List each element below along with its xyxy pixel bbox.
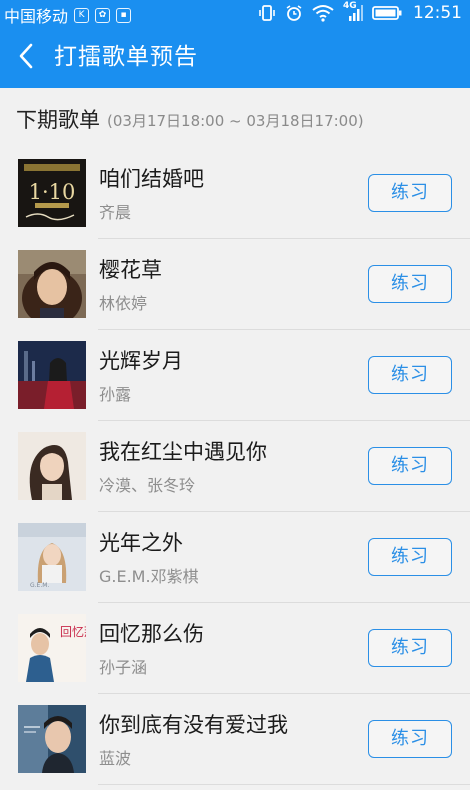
song-artist: 蓝波: [99, 749, 132, 768]
song-title: 咱们结婚吧: [99, 167, 204, 191]
song-title: 你到底有没有爱过我: [99, 713, 288, 737]
svg-text:回忆那么伤: 回忆那么伤: [60, 625, 86, 639]
list-item[interactable]: 我在红尘中遇见你 冷漠、张冬玲 练习: [0, 421, 470, 512]
chevron-left-icon: [19, 43, 33, 69]
practice-button[interactable]: 练习: [368, 447, 452, 485]
svg-text:G.E.M.: G.E.M.: [30, 582, 49, 589]
vibrate-icon: [259, 5, 275, 21]
section-header: 下期歌单 (03月17日18:00 ~ 03月18日17:00): [0, 88, 470, 148]
song-title: 光年之外: [99, 531, 183, 555]
practice-button[interactable]: 练习: [368, 174, 452, 212]
signal-icon: 4G: [343, 1, 363, 22]
song-artist: 齐晨: [99, 203, 132, 222]
song-title: 樱花草: [99, 258, 162, 282]
svg-text:1·10: 1·10: [29, 180, 76, 204]
divider: [98, 784, 470, 785]
toolbar: 打擂歌单预告: [0, 26, 470, 88]
list-item[interactable]: 1·10 咱们结婚吧 齐晨 练习: [0, 148, 470, 239]
wifi-icon: [312, 5, 334, 22]
song-title: 回忆那么伤: [99, 622, 204, 646]
song-artist: 林依婷: [99, 294, 148, 313]
status-bar: 中国移动 K ✿ ▪ 4G 12:51: [0, 0, 470, 26]
page-title: 打擂歌单预告: [54, 44, 198, 70]
list-item[interactable]: 樱花草 林依婷 练习: [0, 239, 470, 330]
song-list: 1·10 咱们结婚吧 齐晨 练习 樱花草 林依婷 练习 光辉岁月 孙露 练习 我…: [0, 148, 470, 785]
carrier-name: 中国移动: [4, 7, 69, 26]
album-cover: [18, 250, 86, 318]
status-right: 4G 12:51: [258, 1, 462, 23]
practice-button[interactable]: 练习: [368, 265, 452, 303]
song-artist: 孙子涵: [99, 658, 148, 677]
list-item[interactable]: G.E.M. 光年之外 G.E.M.邓紫棋 练习: [0, 512, 470, 603]
status-time: 12:51: [413, 3, 462, 23]
practice-button[interactable]: 练习: [368, 356, 452, 394]
album-cover: G.E.M.: [18, 523, 86, 591]
album-cover: [18, 705, 86, 773]
practice-button[interactable]: 练习: [368, 538, 452, 576]
album-cover: 回忆那么伤: [18, 614, 86, 682]
notification-k-icon: K: [74, 7, 90, 23]
practice-button[interactable]: 练习: [368, 720, 452, 758]
album-cover: 1·10: [18, 159, 86, 227]
notification-image-icon: ▪: [116, 7, 132, 23]
alarm-icon: [286, 5, 302, 21]
song-artist: G.E.M.邓紫棋: [99, 567, 199, 586]
song-artist: 冷漠、张冬玲: [99, 476, 196, 495]
section-period: (03月17日18:00 ~ 03月18日17:00): [107, 112, 364, 130]
section-title: 下期歌单: [16, 108, 100, 132]
song-artist: 孙露: [99, 385, 132, 404]
practice-button[interactable]: 练习: [368, 629, 452, 667]
list-item[interactable]: 你到底有没有爱过我 蓝波 练习: [0, 694, 470, 785]
song-title: 我在红尘中遇见你: [99, 440, 267, 464]
back-button[interactable]: [6, 36, 46, 76]
app-header: 中国移动 K ✿ ▪ 4G 12:51 打擂歌单预告: [0, 0, 470, 88]
album-cover: [18, 432, 86, 500]
battery-icon: [372, 6, 402, 20]
notification-app-icon: ✿: [95, 7, 111, 23]
status-left: 中国移动 K ✿ ▪: [4, 3, 132, 27]
list-item[interactable]: 回忆那么伤 回忆那么伤 孙子涵 练习: [0, 603, 470, 694]
list-item[interactable]: 光辉岁月 孙露 练习: [0, 330, 470, 421]
song-title: 光辉岁月: [99, 349, 183, 373]
album-cover: [18, 341, 86, 409]
